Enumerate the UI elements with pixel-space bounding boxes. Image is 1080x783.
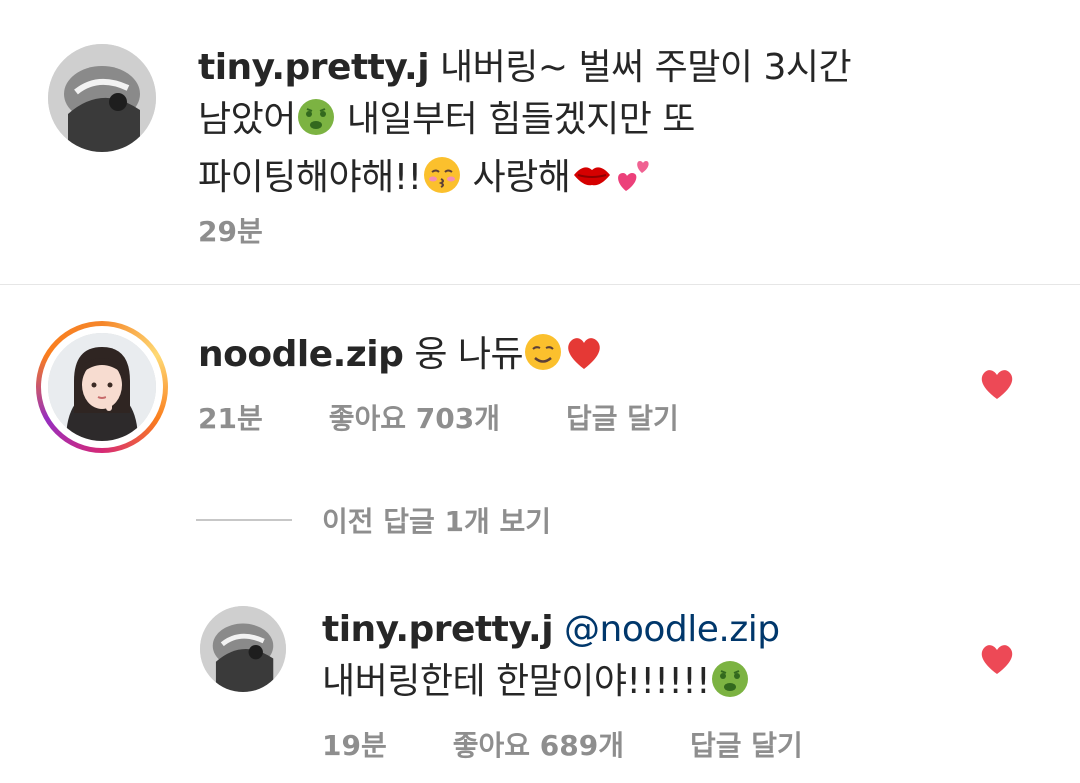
- comment-meta: 21분 좋아요 703개 답글 달기: [198, 397, 679, 437]
- username[interactable]: tiny.pretty.j: [198, 47, 430, 88]
- reply-tiny-pretty-j: tiny.pretty.j @noodle.zip 내버링한테 한말이야!!!!…: [0, 590, 1080, 783]
- avatar[interactable]: [200, 606, 286, 692]
- two-hearts-emoji-icon: [614, 155, 654, 210]
- comment-text: 파이팅해야해!!: [198, 157, 422, 198]
- mention-link[interactable]: @noodle.zip: [564, 609, 780, 650]
- reply-body: tiny.pretty.j @noodle.zip 내버링한테 한말이야!!!!…: [322, 604, 942, 714]
- heart-icon[interactable]: [978, 365, 1016, 401]
- story-ring[interactable]: [36, 321, 168, 453]
- comment-meta: 29분: [198, 210, 263, 250]
- kissing-closed-eyes-emoji-icon: [422, 155, 462, 210]
- red-heart-emoji-icon: [563, 332, 605, 387]
- heart-icon[interactable]: [978, 640, 1016, 676]
- comment-text: 남았어: [198, 99, 296, 140]
- reply-meta: 19분 좋아요 689개 답글 달기: [322, 724, 803, 764]
- comment-noodle-zip: noodle.zip 웅 나듀 21분 좋아요 703개 답글 달기: [0, 285, 1080, 495]
- lips-emoji-icon: [570, 155, 614, 210]
- comment-body: noodle.zip 웅 나듀: [198, 329, 918, 387]
- comment-text: 내일부터 힘들겠지만 또: [335, 99, 696, 140]
- view-previous-label[interactable]: 이전 답글 1개 보기: [322, 500, 551, 540]
- relieved-face-emoji-icon: [523, 332, 563, 387]
- likes-count[interactable]: 좋아요 689개: [453, 724, 624, 764]
- comment-text: 내버링~ 벌써 주말이 3시간: [440, 47, 852, 88]
- reply-text: 내버링한테 한말이야!!!!!!: [322, 661, 711, 702]
- comment-body: tiny.pretty.j 내버링~ 벌써 주말이 3시간 남았어 내일부터 힘…: [198, 42, 918, 210]
- timestamp: 21분: [198, 402, 263, 435]
- reply-button[interactable]: 답글 달기: [690, 724, 803, 764]
- view-previous-replies[interactable]: 이전 답글 1개 보기: [196, 500, 551, 540]
- nauseated-face-emoji-icon: [296, 97, 336, 152]
- comment-tiny-pretty-j: tiny.pretty.j 내버링~ 벌써 주말이 3시간 남았어 내일부터 힘…: [0, 0, 1080, 284]
- likes-count[interactable]: 좋아요 703개: [329, 397, 500, 437]
- divider: [196, 519, 292, 521]
- username[interactable]: tiny.pretty.j: [322, 609, 554, 650]
- avatar: [48, 333, 156, 441]
- timestamp: 29분: [198, 215, 263, 248]
- comment-text: 웅 나듀: [414, 334, 524, 375]
- timestamp: 19분: [322, 729, 387, 762]
- nauseated-face-emoji-icon: [710, 659, 750, 714]
- avatar[interactable]: [48, 44, 156, 152]
- username[interactable]: noodle.zip: [198, 334, 404, 375]
- reply-button[interactable]: 답글 달기: [566, 397, 679, 437]
- comment-text: 사랑해: [461, 157, 571, 198]
